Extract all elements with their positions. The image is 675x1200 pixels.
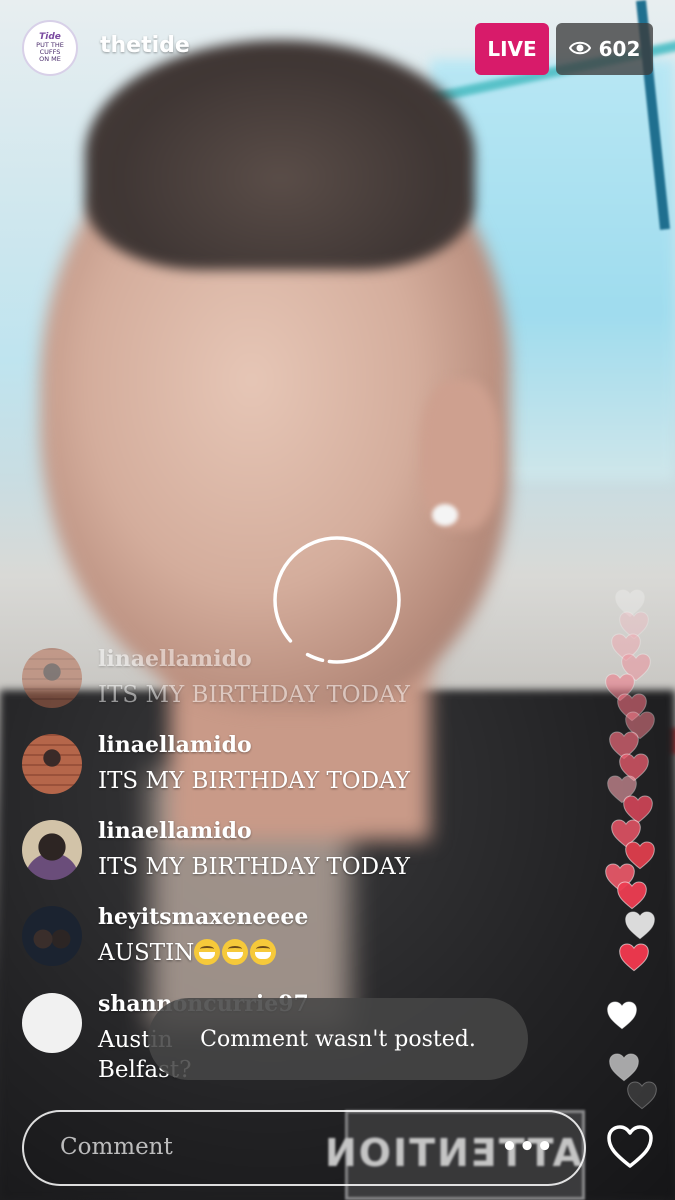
error-toast: Comment wasn't posted. xyxy=(148,998,528,1080)
comment-username[interactable]: linaellamido xyxy=(98,646,252,672)
commenter-avatar[interactable] xyxy=(22,993,82,1053)
viewer-count-badge[interactable]: 602 xyxy=(556,23,653,75)
floating-heart-icon xyxy=(605,1000,639,1030)
grinning-emoji-icon xyxy=(194,939,221,965)
comment-input[interactable]: Comment ••• xyxy=(22,1110,586,1186)
broadcaster-username[interactable]: thetide xyxy=(100,33,190,58)
grinning-emoji-icon xyxy=(222,939,249,965)
comment-text: ITS MY BIRTHDAY TODAY xyxy=(98,768,410,794)
floating-heart-icon xyxy=(623,910,657,940)
commenter-avatar[interactable] xyxy=(22,648,82,708)
avatar-logo-line: ON ME xyxy=(39,55,61,63)
comment-text-content: AUSTIN xyxy=(98,940,195,966)
comment-text: ITS MY BIRTHDAY TODAY xyxy=(98,854,410,880)
commenter-avatar[interactable] xyxy=(22,906,82,966)
comment-input-placeholder: Comment xyxy=(60,1134,173,1160)
comment-text: ITS MY BIRTHDAY TODAY xyxy=(98,682,410,708)
live-badge: LIVE xyxy=(475,23,549,75)
commenter-avatar[interactable] xyxy=(22,820,82,880)
floating-heart-icon xyxy=(625,1080,659,1110)
comment-username[interactable]: linaellamido xyxy=(98,818,252,844)
video-hair xyxy=(85,40,475,270)
floating-heart-icon xyxy=(607,1052,641,1082)
video-ear xyxy=(420,380,500,530)
heart-outline-icon[interactable] xyxy=(606,1124,654,1170)
video-earring xyxy=(432,504,458,526)
floating-heart-icon xyxy=(617,942,651,972)
commenter-avatar[interactable] xyxy=(22,734,82,794)
comment-username[interactable]: heyitsmaxeneeee xyxy=(98,904,308,930)
more-options-icon[interactable]: ••• xyxy=(501,1132,554,1162)
floating-hearts xyxy=(595,580,675,1110)
viewer-count: 602 xyxy=(598,37,641,61)
eye-icon xyxy=(568,37,591,61)
comment-username[interactable]: linaellamido xyxy=(98,732,252,758)
broadcaster-avatar[interactable]: Tide PUT THE CUFFS ON ME xyxy=(22,20,78,76)
grinning-emoji-icon xyxy=(250,939,277,965)
comment-text: AUSTIN xyxy=(98,938,278,968)
loading-spinner-icon xyxy=(272,535,402,665)
floating-heart-icon xyxy=(615,880,649,910)
